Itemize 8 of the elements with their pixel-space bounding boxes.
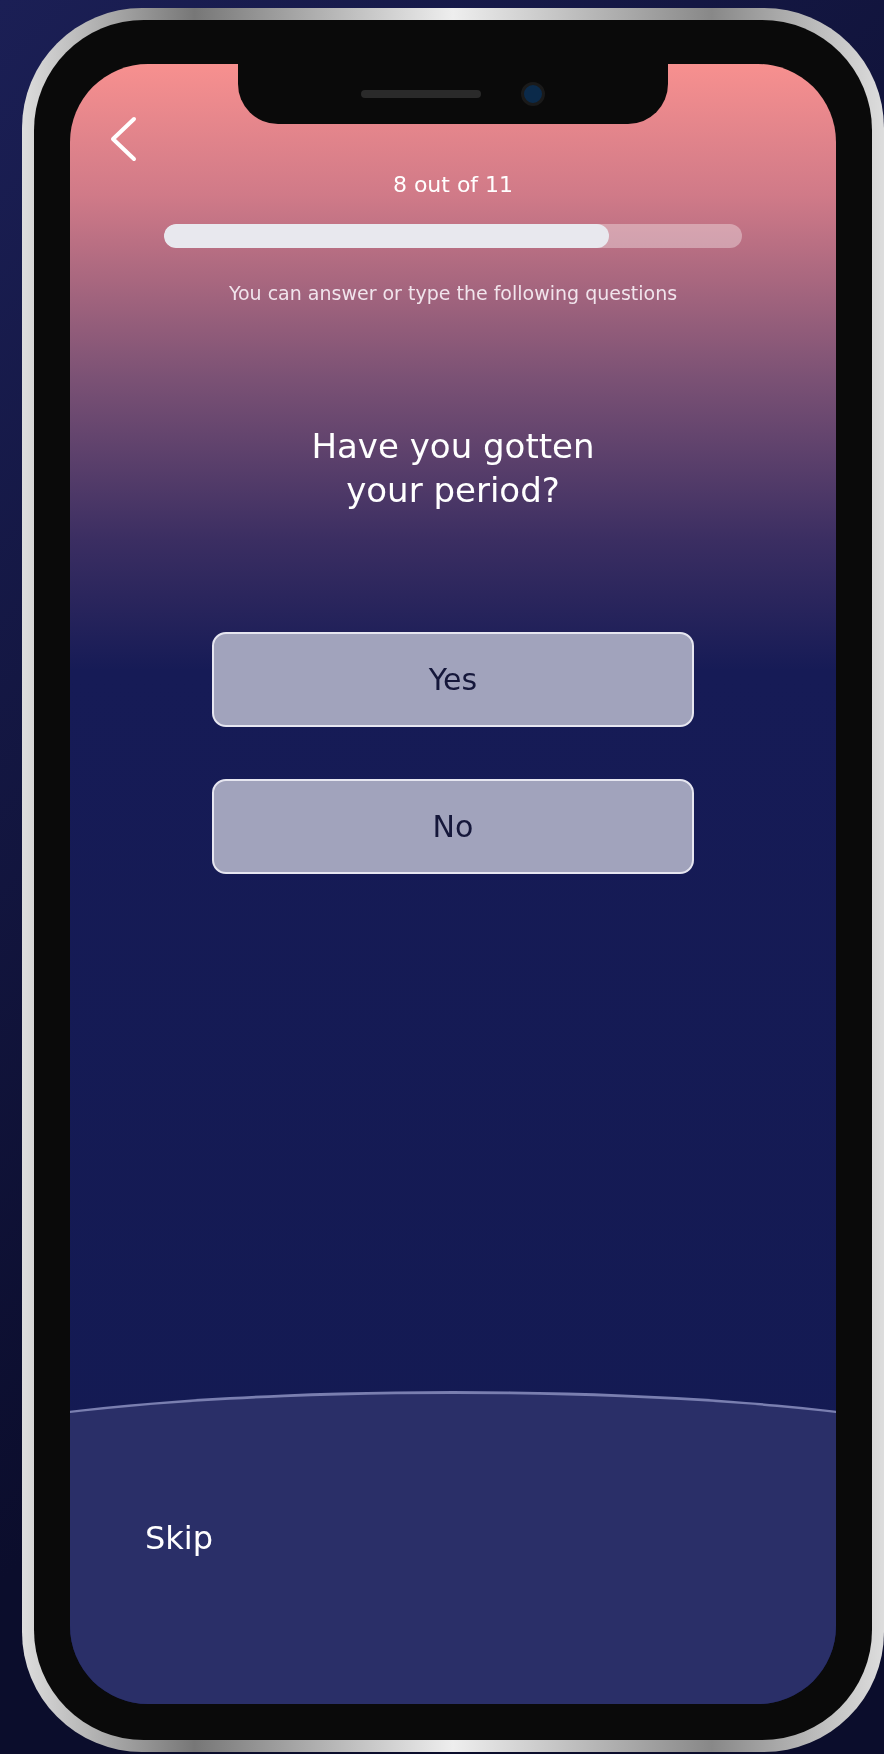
- back-button[interactable]: [108, 116, 138, 162]
- progress-count: 8 out of 11: [392, 172, 514, 197]
- skip-button[interactable]: Skip: [145, 1519, 214, 1557]
- instruction-text: You can answer or type the following questions: [228, 282, 678, 304]
- question-text: Have you gotten your period?: [310, 425, 596, 513]
- answer-button[interactable]: No: [212, 779, 694, 875]
- answer-button[interactable]: Yes: [212, 632, 694, 728]
- chevron-left-icon: [108, 116, 138, 162]
